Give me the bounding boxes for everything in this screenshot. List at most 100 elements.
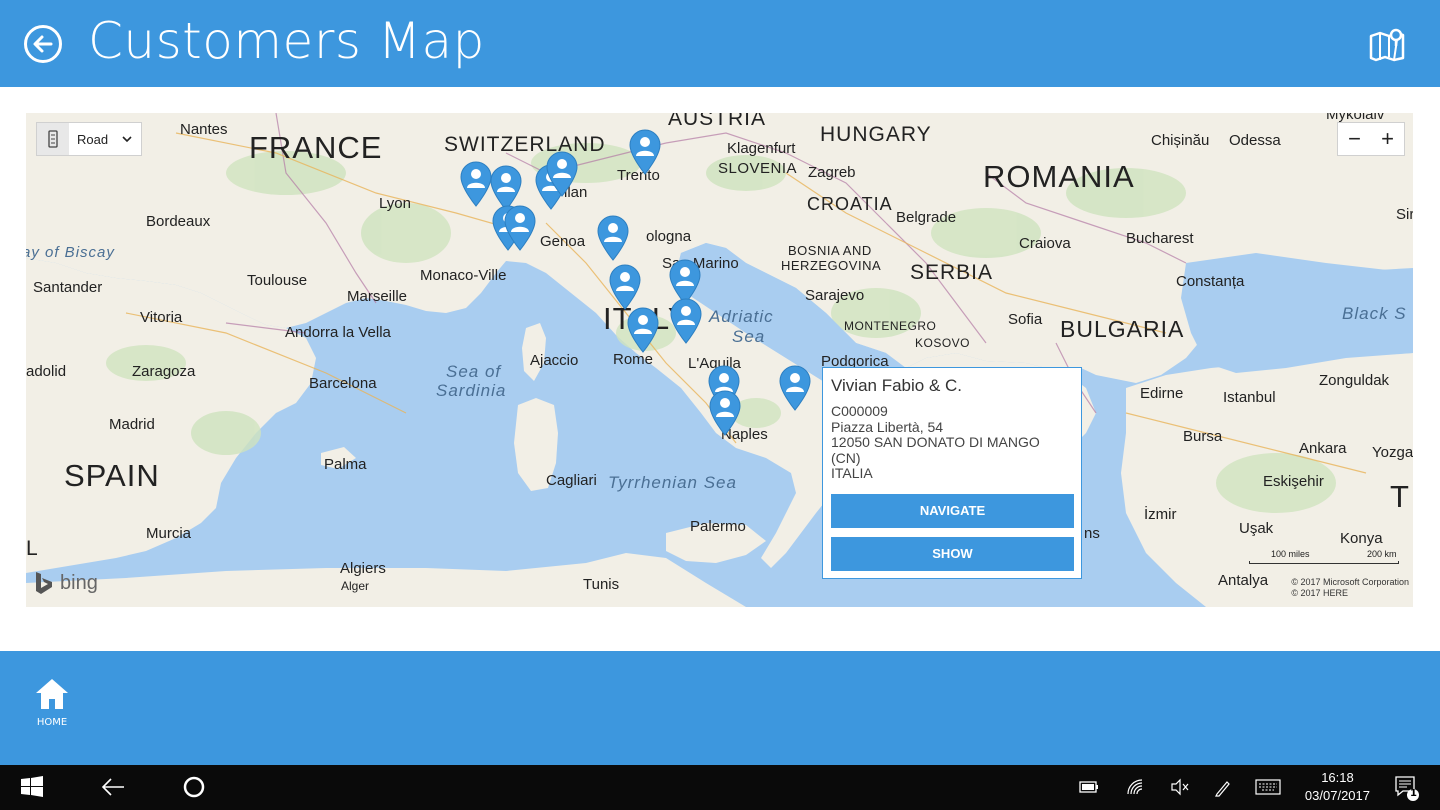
battery-icon[interactable] (1078, 778, 1100, 800)
bing-wordmark: bing (60, 571, 98, 594)
label-nantes: Nantes (180, 121, 228, 138)
label-klagenfurt: Klagenfurt (727, 140, 796, 157)
label-ns: ns (1084, 525, 1100, 542)
label-barcelona: Barcelona (309, 375, 377, 392)
map-copyright: © 2017 Microsoft Corporation © 2017 HERE (1291, 577, 1409, 598)
map-style-value: Road (77, 131, 109, 147)
label-craiova: Craiova (1019, 235, 1071, 252)
label-croatia: CROATIA (807, 194, 893, 214)
label-ankara: Ankara (1299, 440, 1347, 457)
label-switzerland: SWITZERLAND (444, 133, 606, 156)
label-slovenia: SLOVENIA (718, 160, 798, 177)
action-center-button[interactable]: 1 (1394, 775, 1420, 805)
customer-pin[interactable] (626, 307, 660, 353)
label-bologna: ologna (646, 228, 692, 245)
zoom-controls: − + (1337, 122, 1405, 156)
label-spain: SPAIN (64, 458, 160, 493)
home-icon (36, 679, 68, 709)
folded-map-icon (1369, 28, 1405, 62)
customer-country: ITALIA (831, 465, 873, 481)
customer-pin[interactable] (628, 129, 662, 175)
label-marseille: Marseille (347, 288, 408, 305)
label-tyrrhenian-sea: Tyrrhenian Sea (608, 473, 737, 492)
person-pin-icon (670, 298, 702, 344)
label-konya: Konya (1340, 530, 1383, 547)
header-bar: Customers Map (0, 0, 1440, 87)
customer-province: (CN) (831, 449, 861, 466)
customer-pin[interactable] (669, 298, 703, 344)
notification-count: 1 (1410, 788, 1417, 799)
customer-pin[interactable] (503, 205, 537, 251)
taskbar-clock[interactable]: 16:18 03/07/2017 (1305, 769, 1370, 805)
label-genoa: Genoa (540, 233, 586, 250)
label-bay-of-biscay: ay of Biscay (26, 244, 115, 261)
pen-icon[interactable] (1213, 778, 1233, 802)
person-pin-icon (779, 365, 811, 411)
customer-pin-selected[interactable] (778, 365, 812, 411)
label-palermo: Palermo (690, 518, 746, 535)
label-istanbul: Istanbul (1223, 389, 1276, 406)
back-arrow-icon (101, 778, 124, 796)
label-ajaccio: Ajaccio (530, 352, 579, 369)
back-button[interactable] (24, 25, 62, 63)
home-label: HOME (36, 717, 68, 728)
label-zaragoza: Zaragoza (132, 363, 196, 380)
person-pin-icon (504, 205, 536, 251)
label-kosovo: KOSOVO (915, 336, 971, 350)
clock-time: 16:18 (1321, 770, 1354, 785)
volume-muted-icon[interactable] (1170, 778, 1190, 800)
home-button[interactable]: HOME (30, 677, 74, 733)
person-pin-icon (597, 215, 629, 261)
person-pin-icon (629, 129, 661, 175)
label-constanta: Constanța (1176, 273, 1245, 290)
label-eskisehir: Eskişehir (1263, 473, 1324, 490)
chevron-down-icon (122, 136, 132, 143)
person-pin-icon (709, 390, 741, 436)
label-vitoria: Vitoria (140, 309, 183, 326)
map-style-dropdown[interactable]: Road (36, 122, 142, 156)
show-button[interactable]: SHOW (831, 537, 1074, 571)
label-zagreb: Zagreb (808, 164, 856, 181)
person-pin-icon (627, 307, 659, 353)
label-hungary: HUNGARY (820, 123, 932, 146)
taskbar-back-button[interactable] (100, 775, 126, 803)
map-view[interactable]: FRANCE SPAIN ITALY SWITZERLAND AUSTRIA H… (26, 113, 1413, 607)
label-madrid: Madrid (109, 416, 155, 433)
scale-miles: 100 miles (1271, 549, 1310, 559)
zoom-out-button[interactable]: − (1338, 123, 1371, 155)
customer-code: C000009 (831, 403, 888, 419)
label-cagliari: Cagliari (546, 472, 597, 489)
label-tunis: Tunis (583, 576, 620, 593)
navigate-button[interactable]: NAVIGATE (831, 494, 1074, 528)
customer-pin[interactable] (459, 161, 493, 207)
label-sea-of-sardinia-1: Sea of (446, 362, 502, 381)
customer-pin[interactable] (608, 264, 642, 310)
map-view-button[interactable] (1368, 26, 1406, 62)
label-palma: Palma (324, 456, 367, 473)
app-window: Customers Map FRANCE SPAIN SWITZERLAND A… (0, 0, 1440, 765)
clock-date: 03/07/2017 (1304, 788, 1370, 803)
label-monaco: Monaco-Ville (420, 267, 507, 284)
drag-handle-icon (37, 123, 69, 155)
customer-pin[interactable] (708, 390, 742, 436)
customer-pin[interactable] (596, 215, 630, 261)
keyboard-icon[interactable] (1255, 778, 1281, 800)
map-scale: 100 miles 200 km (1249, 549, 1409, 571)
bing-mark-icon (36, 572, 52, 594)
zoom-in-button[interactable]: + (1371, 123, 1404, 155)
windows-logo-icon (21, 776, 43, 797)
label-algiers: Algiers (340, 560, 386, 577)
label-izmir: İzmir (1144, 506, 1177, 523)
label-sir: Sir (1396, 206, 1413, 223)
label-france: FRANCE (249, 130, 383, 165)
label-edge-t: T (1390, 479, 1410, 514)
label-andorra: Andorra la Vella (285, 324, 391, 341)
start-button[interactable] (20, 775, 44, 803)
label-bulgaria: BULGARIA (1060, 316, 1185, 342)
label-rome: Rome (613, 351, 654, 368)
cortana-circle-icon (183, 776, 205, 798)
customer-pin[interactable] (545, 151, 579, 197)
wifi-icon[interactable] (1126, 778, 1146, 800)
cortana-button[interactable] (182, 775, 206, 803)
label-edge-l: L (26, 537, 39, 560)
